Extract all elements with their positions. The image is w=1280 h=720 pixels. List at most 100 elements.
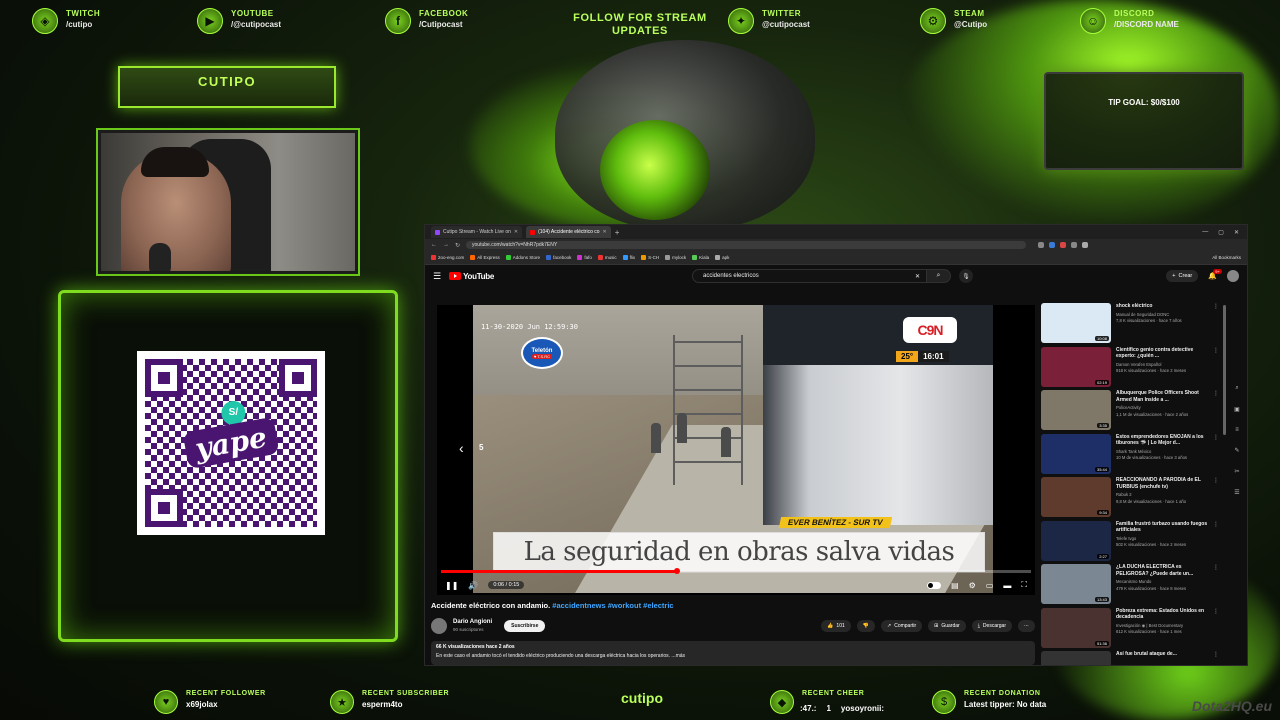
more-icon[interactable]: ⋮ [1213,521,1219,562]
search-input[interactable]: accidentes electricos ✕ [692,269,928,283]
list-item[interactable]: 10:08 shock eléctrico Manual de Seguridad … [1041,303,1219,347]
save-button[interactable]: ⊞ Guardar [928,620,966,632]
list-item[interactable]: 35:44 Estos emprendedores ENOJAN a los ti… [1041,433,1219,478]
video-thumbnail[interactable]: 10:08 [1041,303,1111,343]
fullscreen-icon[interactable]: ⛶ [1021,580,1027,590]
share-button[interactable]: ↗ Compartir [881,620,923,632]
voice-search-button[interactable]: 🎙 [959,269,974,283]
notifications-button[interactable]: 🔔 9+ [1208,269,1222,280]
rec-title[interactable]: Científico genio contra detective expert… [1116,347,1208,360]
rec-title[interactable]: Albuquerque Police Officers Shoot Armed … [1116,390,1208,403]
profile-icon[interactable] [1082,242,1089,248]
settings-icon[interactable]: ⚙ [969,581,976,590]
list-item[interactable]: 02:19 Científico genio contra detective e… [1041,346,1219,391]
volume-icon[interactable]: 🔊 [468,581,478,590]
video-frame[interactable]: 11-30-2020 Jun 12:59:30 Teletón ♥ T.S.RC… [473,305,993,593]
avatar[interactable] [431,618,447,634]
bookmark-item[interactable]: 2oo-eng.com [431,255,464,260]
video-thumbnail[interactable]: 2:27 [1041,520,1111,561]
bookmark-item[interactable]: Addons Store [505,255,540,260]
seek-back-icon[interactable]: ‹ [459,440,464,456]
more-icon[interactable]: ⋮ [1213,564,1219,605]
autoplay-toggle[interactable] [927,581,942,589]
tab-youtube[interactable]: (104) Accidente eléctrico co ✕ [526,226,611,238]
search-button[interactable]: ⌕ [927,269,952,283]
extension-icon[interactable] [1071,242,1078,248]
bookmark-item[interactable]: fafo [577,255,592,260]
bookmark-item[interactable]: music [597,255,617,260]
search-icon[interactable]: ⌕ [1235,385,1238,392]
progress-bar[interactable] [441,568,1031,574]
progress-handle[interactable] [674,568,680,574]
pause-icon[interactable]: ❚❚ [445,581,458,590]
more-icon[interactable]: ⋮ [1213,347,1219,388]
video-thumbnail[interactable] [1041,651,1111,665]
youtube-logo[interactable]: YouTube [449,272,494,281]
video-thumbnail[interactable]: 9:34 [1041,477,1111,517]
rec-title[interactable]: Así fue brutal ataque de... [1116,651,1208,658]
theater-icon[interactable]: ▬ [1003,581,1011,590]
chat-icon[interactable]: ▣ [1234,406,1240,413]
extension-icon[interactable] [1038,242,1045,248]
close-icon[interactable]: ✕ [603,229,607,235]
rec-title[interactable]: ¿LA DUCHA ELÉCTRICA es PELIGROSA? ¿Puede… [1116,564,1208,577]
rec-title[interactable]: Estos emprendedores ENOJAN a los tiburon… [1116,434,1208,447]
forward-icon[interactable]: → [443,242,449,248]
video-thumbnail[interactable]: 02:19 [1041,346,1111,387]
avatar[interactable] [1227,270,1239,282]
edit-icon[interactable]: ✎ [1234,447,1239,454]
video-description[interactable]: 66 K visualizaciones hace 2 años En este… [431,641,1035,665]
list-item[interactable]: 13:43 ¿LA DUCHA ELÉCTRICA es PELIGROSA? ¿… [1041,564,1219,608]
subscribe-button[interactable]: Suscribirse [504,620,546,632]
video-player[interactable]: 11-30-2020 Jun 12:59:30 Teletón ♥ T.S.RC… [437,305,1035,595]
rec-title[interactable]: shock eléctrico [1116,303,1208,310]
bookmark-item[interactable]: S-CH [641,255,659,260]
download-button[interactable]: ⤓ Descargar [971,620,1012,632]
scrollbar[interactable] [1223,305,1226,435]
like-button[interactable]: 👍 101 [821,620,851,632]
list-item[interactable]: 3:35 Albuquerque Police Officers Shoot Ar… [1041,390,1219,434]
more-icon[interactable]: ⋮ [1213,477,1219,518]
more-icon[interactable]: ⋮ [1213,434,1219,475]
close-window-icon[interactable]: ✕ [1234,229,1239,236]
clear-search-icon[interactable]: ✕ [915,273,920,280]
miniplayer-icon[interactable]: ▭ [986,581,994,590]
extension-icon[interactable] [1049,242,1056,248]
video-thumbnail[interactable]: 13:43 [1041,564,1111,604]
subtitles-icon[interactable]: ▤ [951,581,959,590]
video-hashtags[interactable]: #accidentnews #workout #electric [552,601,673,610]
more-icon[interactable]: ⋮ [1213,651,1219,665]
list-item[interactable]: Así fue brutal ataque de... ⋮ [1041,651,1219,665]
create-button[interactable]: + Crear [1166,270,1199,282]
extension-icon[interactable] [1060,242,1067,248]
rec-title[interactable]: REACCIONANDO A PARODIA de EL TURBIUS (en… [1116,477,1208,490]
video-thumbnail[interactable]: 35:44 [1041,433,1111,474]
bookmark-item[interactable]: Kiala [692,255,709,260]
tools-icon[interactable]: ✂ [1234,468,1239,475]
bookmark-item[interactable]: mylock [665,255,686,260]
list-icon[interactable]: ≡ [1235,427,1239,433]
more-actions-button[interactable]: ⋯ [1018,620,1035,632]
rec-title[interactable]: Pobreza extrema: Estados Unidos en decad… [1116,608,1208,621]
rec-title[interactable]: Familia frustró turbazo usando fuegos ar… [1116,521,1208,534]
list-item[interactable]: 51:36 Pobreza extrema: Estados Unidos en … [1041,607,1219,652]
list-item[interactable]: 2:27 Familia frustró turbazo usando fuego… [1041,520,1219,565]
channel-name[interactable]: Dario Angioni [453,619,492,626]
video-thumbnail[interactable]: 51:36 [1041,607,1111,648]
bookmark-item[interactable]: flix [622,255,635,260]
list-item[interactable]: 9:34 REACCIONANDO A PARODIA de EL TURBIUS… [1041,477,1219,521]
menu-icon[interactable]: ☰ [433,271,441,282]
minimize-icon[interactable]: — [1202,229,1208,236]
all-bookmarks-button[interactable]: All Bookmarks [1212,255,1241,260]
maximize-icon[interactable]: ▢ [1218,229,1224,236]
bookmark-item[interactable]: facebook [546,255,571,260]
dislike-button[interactable]: 👎 [856,620,875,632]
reload-icon[interactable]: ↻ [455,242,460,249]
back-icon[interactable]: ← [431,242,437,248]
bookmark-item[interactable]: apk [715,255,729,260]
url-input[interactable]: youtube.com/watch?v=NhR7pdk7ENY [466,241,1027,249]
new-tab-icon[interactable]: + [615,228,620,237]
menu-icon[interactable]: ☰ [1234,489,1239,496]
more-icon[interactable]: ⋮ [1213,390,1219,431]
bookmark-item[interactable]: All Express [470,255,500,260]
